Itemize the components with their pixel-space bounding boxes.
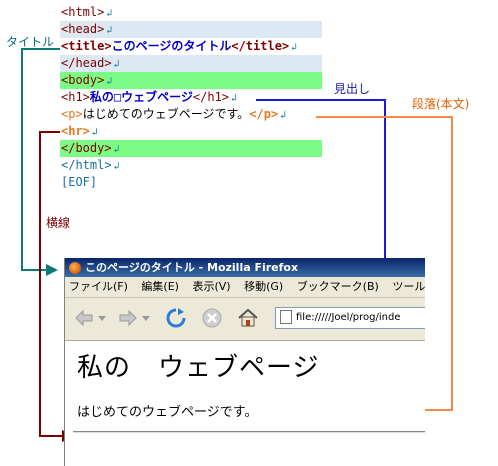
forward-arrow-icon[interactable] [117, 307, 139, 329]
forward-dropdown-icon[interactable] [141, 307, 151, 329]
menu-file[interactable]: ファイル(F) [69, 280, 128, 293]
code-line-head-open: <head> ↲ [60, 21, 322, 38]
page-horizontal-rule [73, 431, 425, 433]
page-heading: 私の ウェブページ [77, 353, 320, 383]
annotation-paragraph: 段落(本文) [412, 97, 470, 111]
menu-edit[interactable]: 編集(E) [141, 280, 179, 293]
back-dropdown-icon[interactable] [97, 307, 107, 329]
code-line-eof: [EOF] [61, 175, 98, 189]
url-bar[interactable]: file://///Joel/prog/inde [275, 307, 425, 329]
code-line-title: <title>このページのタイトル</title> ↲ [61, 39, 298, 53]
back-arrow-icon[interactable] [73, 307, 95, 329]
firefox-logo-icon [69, 261, 81, 274]
browser-window: このページのタイトル - Mozilla Firefox ファイル(F) 編集(… [64, 258, 425, 466]
url-text: file://///Joel/prog/inde [296, 312, 401, 323]
code-line-body-open: <body> ↲ [60, 72, 322, 89]
menu-go[interactable]: 移動(G) [244, 280, 283, 293]
title-arrowhead [46, 264, 58, 276]
annotation-heading: 見出し [334, 82, 371, 96]
code-line-head-close: </head> ↲ [60, 55, 322, 72]
page-paragraph: はじめてのウェブページです。 [77, 405, 258, 420]
stop-icon[interactable] [201, 307, 223, 329]
code-line-html-open: <html> ↲ [61, 5, 113, 19]
menu-view[interactable]: 表示(V) [192, 280, 230, 293]
browser-toolbar: file://///Joel/prog/inde [65, 298, 425, 341]
menu-tools[interactable]: ツール( [392, 280, 425, 293]
code-line-html-close: </html> ↲ [61, 158, 120, 172]
reload-icon[interactable] [165, 307, 187, 329]
code-line-p: <p>はじめてのウェブページです。</p> ↲ [61, 107, 287, 121]
source-code-listing: <html> ↲ <head> ↲ <title>このページのタイトル</title… [60, 4, 322, 191]
hr-arrow-line [39, 131, 62, 437]
browser-title-bar[interactable]: このページのタイトル - Mozilla Firefox [65, 258, 425, 277]
browser-menu-bar: ファイル(F) 編集(E) 表示(V) 移動(G) ブックマーク(B) ツール( [65, 277, 425, 298]
annotation-title: タイトル [6, 35, 55, 49]
page-icon [280, 310, 292, 324]
code-line-hr: <hr> ↲ [61, 124, 98, 138]
code-line-body-close: </body> ↲ [60, 140, 322, 157]
browser-window-title: このページのタイトル - Mozilla Firefox [85, 261, 299, 274]
annotation-hr: 横線 [46, 216, 71, 230]
menu-bookmarks[interactable]: ブックマーク(B) [297, 280, 379, 293]
code-line-h1: <h1>私の□ウェブページ</h1> ↲ [61, 90, 238, 104]
home-icon[interactable] [237, 307, 259, 329]
browser-content: 私の ウェブページ はじめてのウェブページです。 [65, 341, 425, 466]
